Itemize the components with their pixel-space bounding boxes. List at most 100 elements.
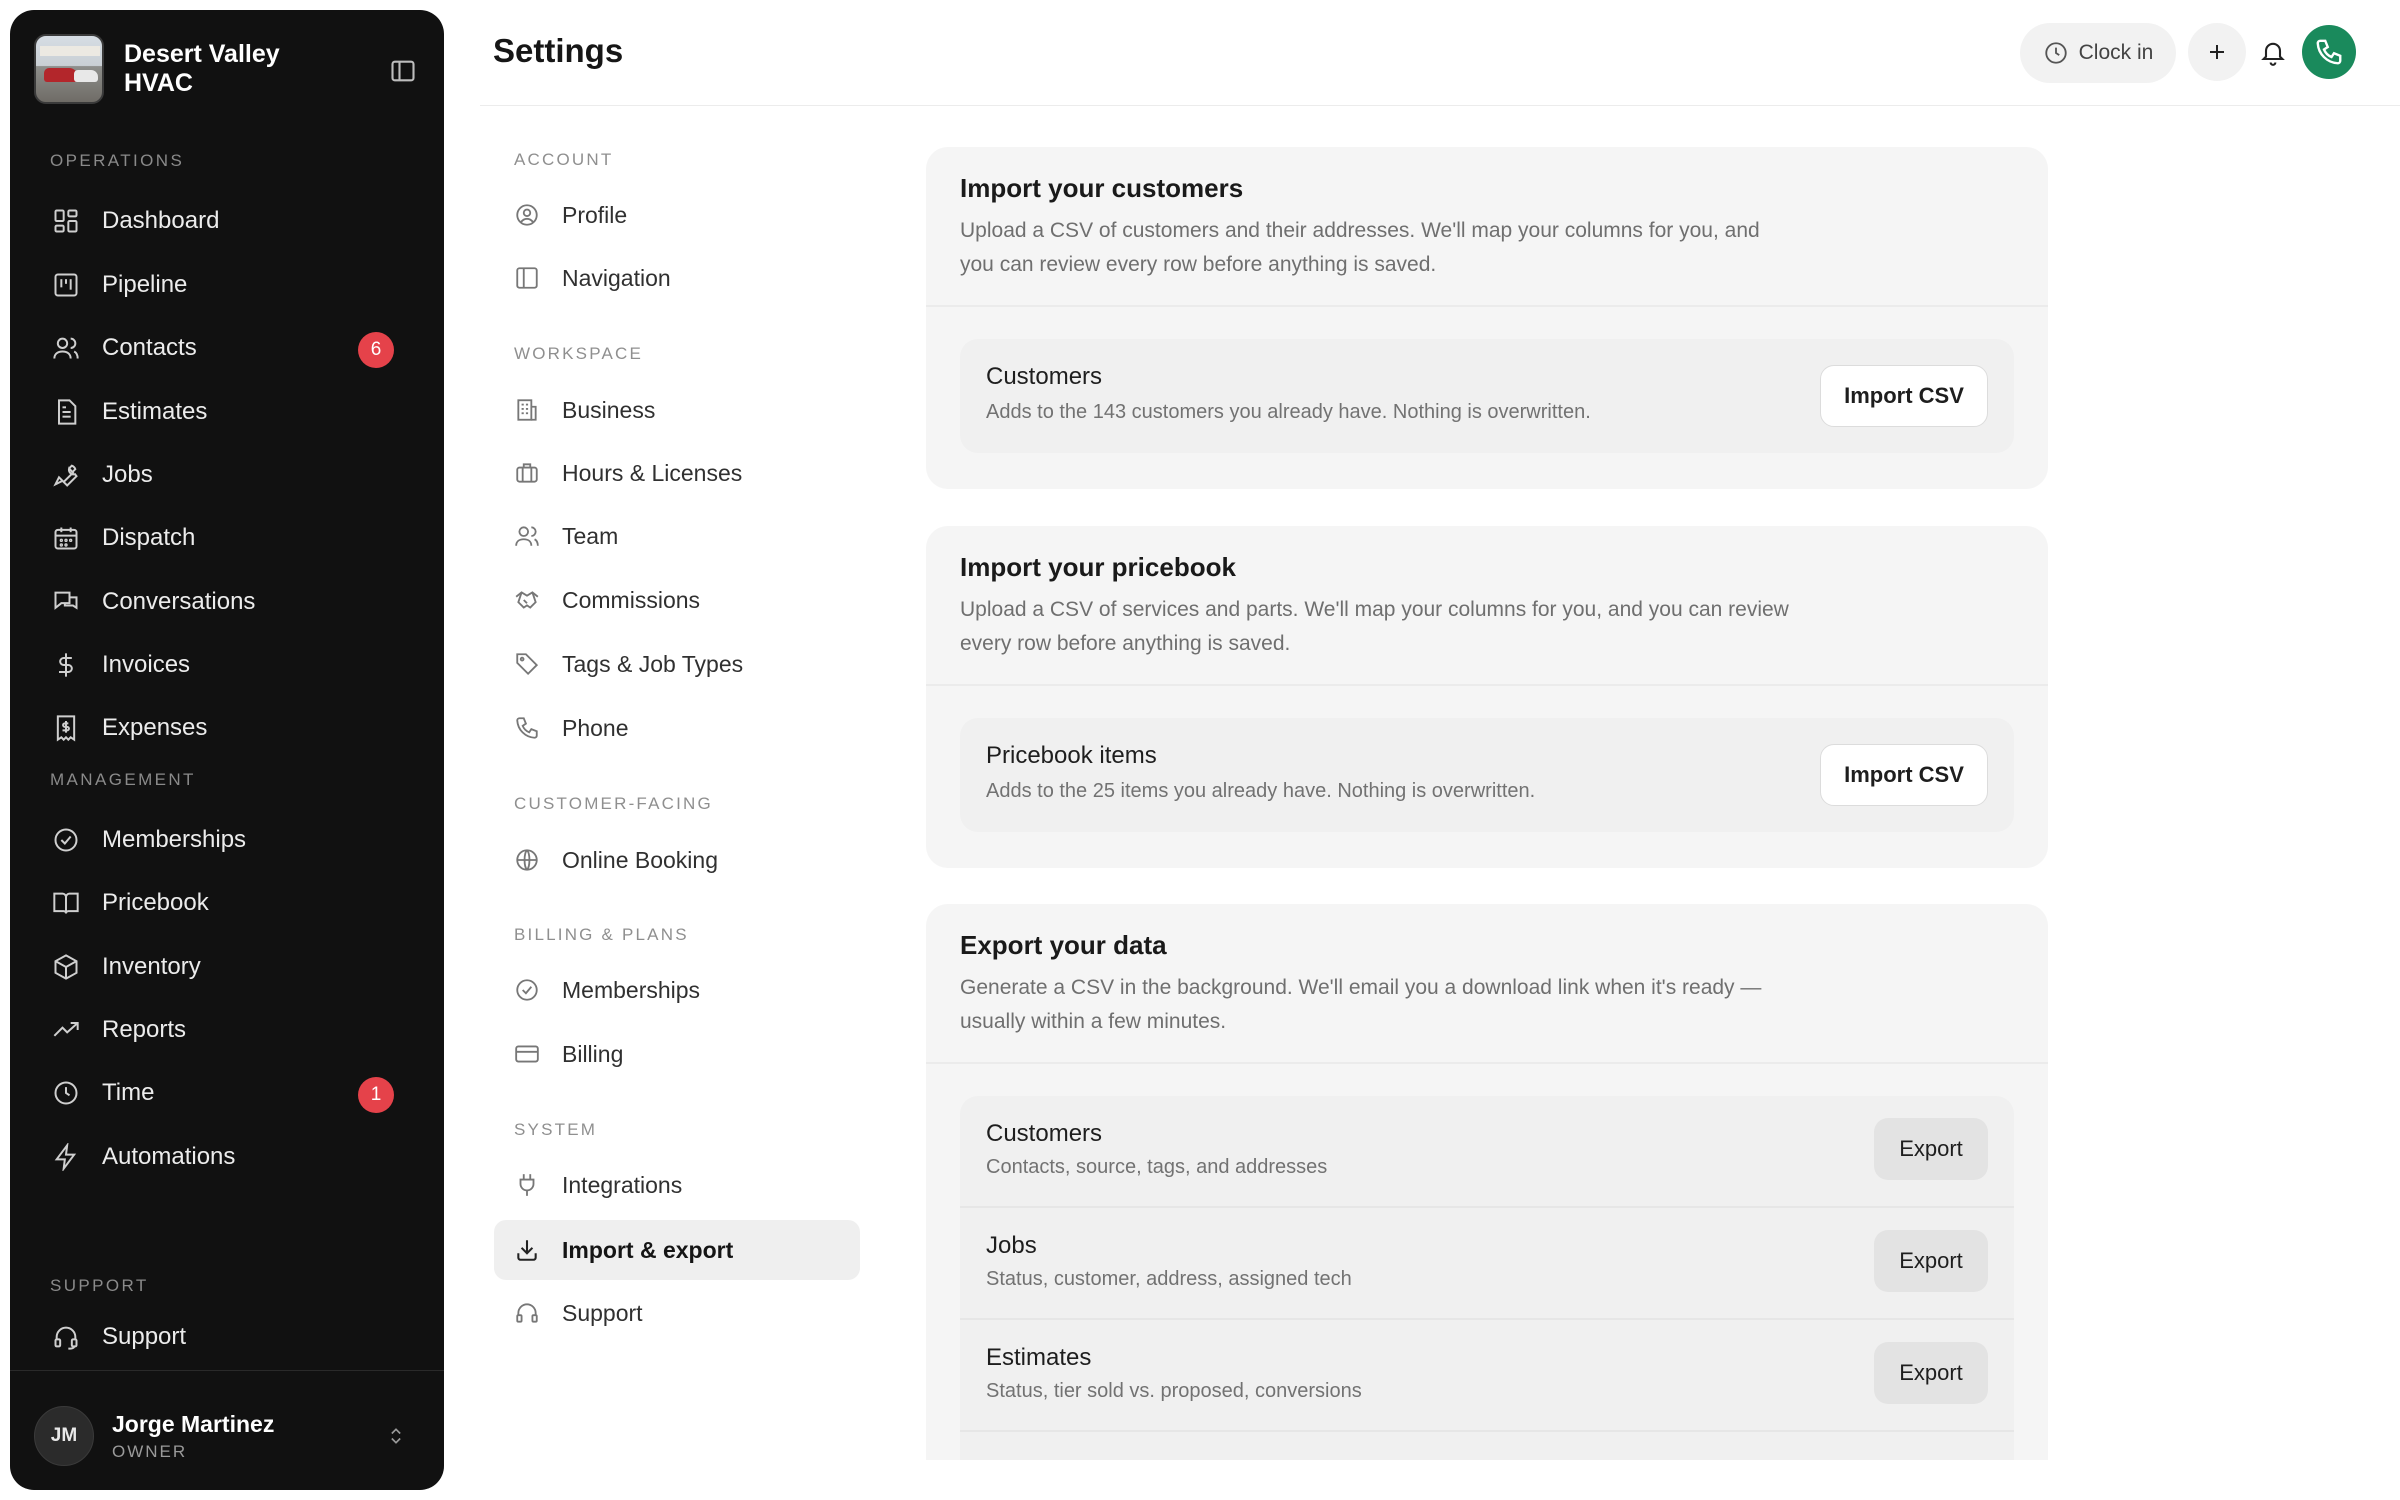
- settings-item-billing[interactable]: Billing: [494, 1024, 860, 1084]
- sidebar-item-dispatch[interactable]: Dispatch: [40, 511, 420, 565]
- bell-icon: [2259, 38, 2287, 66]
- row-subtitle: Adds to the 25 items you already have. N…: [986, 780, 1536, 802]
- globe-icon: [512, 845, 542, 875]
- sidebar-item-jobs[interactable]: Jobs: [40, 448, 420, 502]
- sidebar-item-label: Time: [102, 1079, 155, 1106]
- settings-item-profile[interactable]: Profile: [494, 185, 860, 245]
- row-subtitle: Status, customer, address, assigned tech: [986, 1268, 1352, 1290]
- settings-item-navigation[interactable]: Navigation: [494, 248, 860, 308]
- row-title: Customers: [986, 1120, 1103, 1147]
- import-customers-card: Import your customers Upload a CSV of cu…: [926, 147, 2048, 489]
- sidebar-item-label: Jobs: [102, 461, 153, 488]
- sidebar-toggle-icon[interactable]: [386, 54, 420, 88]
- settings-item-import-export[interactable]: Import & export: [494, 1220, 860, 1280]
- briefcase-icon: [512, 458, 542, 488]
- settings-item-tags-job-types[interactable]: Tags & Job Types: [494, 634, 860, 694]
- user-menu[interactable]: JM Jorge Martinez OWNER: [34, 1400, 420, 1472]
- brand[interactable]: Desert Valley HVAC: [34, 34, 420, 104]
- notifications-button[interactable]: [2244, 23, 2302, 81]
- card-title: Import your pricebook: [960, 552, 1236, 582]
- settings-item-hours-licenses[interactable]: Hours & Licenses: [494, 443, 860, 503]
- export-jobs-button[interactable]: Export: [1874, 1230, 1988, 1292]
- sidebar-item-label: Dashboard: [102, 207, 220, 234]
- row-subtitle: Contacts, source, tags, and addresses: [986, 1156, 1328, 1178]
- clock-in-button[interactable]: Clock in: [2020, 23, 2176, 83]
- settings-item-team[interactable]: Team: [494, 506, 860, 566]
- sidebar-divider: [10, 1370, 444, 1371]
- business-logo: [34, 34, 104, 104]
- settings-item-label: Business: [562, 396, 656, 423]
- sidebar-item-time[interactable]: Time 1: [40, 1066, 420, 1120]
- sidebar-item-estimates[interactable]: Estimates: [40, 385, 420, 439]
- sidebar-item-dashboard[interactable]: Dashboard: [40, 194, 420, 248]
- export-row-estimates: Estimates Status, tier sold vs. proposed…: [960, 1320, 2014, 1432]
- estimates-icon: [50, 396, 82, 428]
- card-description: Upload a CSV of services and parts. We'l…: [960, 598, 1789, 655]
- sidebar-item-contacts[interactable]: Contacts 6: [40, 321, 420, 375]
- call-button[interactable]: [2302, 25, 2356, 79]
- sidebar-item-label: Expenses: [102, 714, 208, 741]
- contacts-icon: [50, 332, 82, 364]
- download-icon: [512, 1235, 542, 1265]
- plug-icon: [512, 1170, 542, 1200]
- contacts-count-badge: 6: [358, 332, 394, 368]
- user-name: Jorge Martinez: [112, 1410, 275, 1437]
- export-estimates-button[interactable]: Export: [1874, 1342, 1988, 1404]
- sidebar-item-label: Pipeline: [102, 271, 188, 298]
- calendar-icon: [50, 522, 82, 554]
- settings-item-label: Tags & Job Types: [562, 650, 744, 677]
- settings-item-integrations[interactable]: Integrations: [494, 1155, 860, 1215]
- export-customers-button[interactable]: Export: [1874, 1118, 1988, 1180]
- phone-icon: [512, 713, 542, 743]
- sidebar-item-memberships[interactable]: Memberships: [40, 813, 420, 867]
- sidebar-item-invoices[interactable]: Invoices: [40, 638, 420, 692]
- handshake-icon: [512, 585, 542, 615]
- settings-item-memberships[interactable]: Memberships: [494, 960, 860, 1020]
- import-customers-row: Customers Adds to the 143 customers you …: [960, 339, 2014, 453]
- section-label-management: MANAGEMENT: [50, 770, 196, 789]
- plus-icon: [2205, 40, 2229, 64]
- chevron-up-down-icon[interactable]: [382, 1422, 410, 1450]
- sidebar-item-expenses[interactable]: Expenses: [40, 701, 420, 755]
- import-pricebook-csv-button[interactable]: Import CSV: [1820, 744, 1988, 806]
- receipt-icon: [50, 712, 82, 744]
- settings-item-label: Phone: [562, 714, 629, 741]
- settings-section-billing: BILLING & PLANS: [514, 925, 689, 944]
- book-icon: [50, 887, 82, 919]
- chat-icon: [50, 586, 82, 618]
- sidebar-item-pipeline[interactable]: Pipeline: [40, 258, 420, 312]
- row-title: Pricebook items: [986, 742, 1157, 769]
- add-button[interactable]: [2188, 23, 2246, 81]
- import-customers-csv-button[interactable]: Import CSV: [1820, 365, 1988, 427]
- settings-item-phone[interactable]: Phone: [494, 698, 860, 758]
- clock-icon: [50, 1077, 82, 1109]
- wrench-icon: [50, 459, 82, 491]
- import-pricebook-row: Pricebook items Adds to the 25 items you…: [960, 718, 2014, 832]
- tag-icon: [512, 649, 542, 679]
- sidebar-item-label: Pricebook: [102, 889, 209, 916]
- sidebar-item-conversations[interactable]: Conversations: [40, 575, 420, 629]
- sidebar-item-inventory[interactable]: Inventory: [40, 940, 420, 994]
- settings-item-label: Online Booking: [562, 846, 718, 873]
- sidebar-item-automations[interactable]: Automations: [40, 1130, 420, 1184]
- user-role: OWNER: [112, 1441, 188, 1461]
- sidebar-item-label: Contacts: [102, 334, 197, 361]
- export-data-card: Export your data Generate a CSV in the b…: [926, 904, 2048, 1460]
- card-description: Generate a CSV in the background. We'll …: [960, 976, 1762, 1033]
- sidebar-item-support[interactable]: Support: [40, 1310, 420, 1364]
- settings-item-commissions[interactable]: Commissions: [494, 570, 860, 630]
- settings-item-business[interactable]: Business: [494, 380, 860, 440]
- clock-in-label: Clock in: [2078, 41, 2154, 64]
- sidebar-item-reports[interactable]: Reports: [40, 1003, 420, 1057]
- settings-item-online-booking[interactable]: Online Booking: [494, 830, 860, 890]
- team-icon: [512, 521, 542, 551]
- settings-item-support[interactable]: Support: [494, 1283, 860, 1343]
- time-count-badge: 1: [358, 1077, 394, 1113]
- sidebar-item-pricebook[interactable]: Pricebook: [40, 876, 420, 930]
- card-title: Import your customers: [960, 173, 1244, 203]
- headset-icon: [50, 1321, 82, 1353]
- settings-section-workspace: WORKSPACE: [514, 344, 644, 363]
- row-subtitle: Adds to the 143 customers you already ha…: [986, 401, 1591, 423]
- sidebar-item-label: Support: [102, 1323, 187, 1350]
- settings-item-label: Import & export: [562, 1236, 734, 1263]
